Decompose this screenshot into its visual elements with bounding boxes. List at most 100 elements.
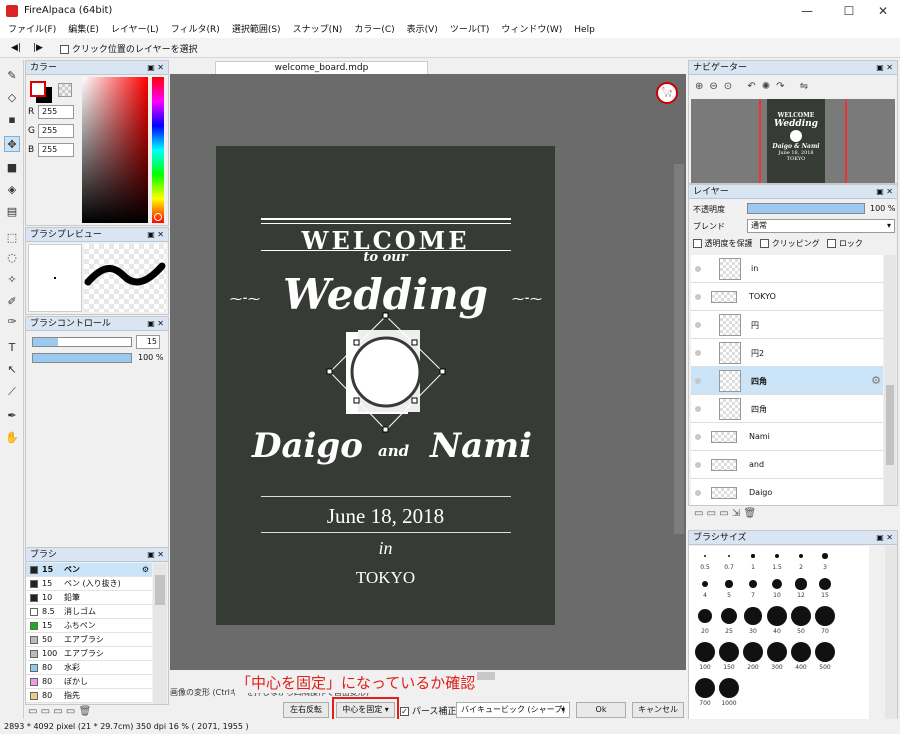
visibility-icon[interactable] [695,462,701,468]
select-pen-icon[interactable]: ✐ [4,294,20,310]
visibility-icon[interactable] [695,406,701,412]
menu-help[interactable]: Help [568,22,601,38]
layer-item[interactable]: Daigo [691,479,883,505]
layer-item[interactable]: in [691,255,883,283]
duplicate-layer-icon[interactable]: ▭ [719,508,728,519]
document-tab[interactable]: welcome_board.mdp [215,61,428,75]
brush-item[interactable]: 80 ぼかし [26,675,152,689]
brush-item[interactable]: 15 ふちペン [26,619,152,633]
brush-size-dot[interactable] [791,642,811,662]
layer-opacity-slider[interactable] [747,203,865,214]
layer-item[interactable]: and [691,451,883,479]
hue-slider[interactable] [152,77,164,223]
brush-size-dot[interactable] [743,642,763,662]
blend-dropdown[interactable]: 通常 ▾ [747,219,895,233]
checkbox-box[interactable] [827,239,837,248]
brush-size-dot[interactable] [721,608,737,624]
maximize-button[interactable]: ☐ [832,0,866,22]
brush-item[interactable]: 50 エアブラシ [26,633,152,647]
lasso-tool-icon[interactable]: ◌ [4,250,20,266]
layer-item[interactable]: TOKYO [691,283,883,311]
panel-menu-icon[interactable]: ▣ ✕ [876,61,893,75]
r-input[interactable]: 255 [38,105,74,119]
g-input[interactable]: 255 [38,124,74,138]
brush-size-dot[interactable] [748,579,758,589]
next-icon[interactable]: |▶ [32,42,44,54]
brush-size-dot[interactable] [767,606,787,626]
brush-scrollbar[interactable] [153,563,167,704]
brush-size-dot[interactable] [697,608,713,624]
clipping-checkbox[interactable]: クリッピング [760,239,820,248]
menu-file[interactable]: ファイル(F) [2,22,62,38]
menu-filter[interactable]: フィルタ(R) [165,22,226,38]
check-icon[interactable]: ✓ [400,707,409,716]
handle-tl[interactable] [353,339,360,346]
brush-item[interactable]: 15 ペン (入り抜き) [26,577,152,591]
new-brush-icon[interactable]: ▭ [28,706,37,717]
rotate-left-icon[interactable]: ↶ [747,81,761,92]
brush-size-dot[interactable] [751,554,755,558]
visibility-icon[interactable] [695,266,701,272]
brush-size-dot[interactable] [701,580,709,588]
perspective-checkbox[interactable]: ✓ パース補正 [400,704,456,717]
minimize-button[interactable]: — [790,0,824,22]
bucket-tool-icon[interactable]: ◈ [4,182,20,198]
layer-item[interactable]: 円 [691,311,883,339]
menu-window[interactable]: ウィンドウ(W) [495,22,568,38]
gradient-tool-icon[interactable]: ▤ [4,204,20,220]
brush-item[interactable]: 15 ペン ⚙ [26,563,152,577]
zoom-out-icon[interactable]: ⊖ [709,81,723,92]
brush-size-dot[interactable] [719,678,739,698]
menu-snap[interactable]: スナップ(N) [287,22,349,38]
hand-tool-icon[interactable]: ✋ [4,430,20,446]
visibility-icon[interactable] [695,350,701,356]
b-input[interactable]: 255 [38,143,74,157]
brush-size-dot[interactable] [744,607,762,625]
new-folder-icon[interactable]: ▭ [707,508,716,519]
checkbox-box[interactable] [693,239,702,248]
menu-color[interactable]: カラー(C) [348,22,400,38]
handle-left[interactable] [326,368,333,375]
fill-rect-tool-icon[interactable]: ■ [4,160,20,176]
select-tool-icon[interactable]: ⬚ [4,230,20,246]
visibility-icon[interactable] [695,294,701,300]
brush-size-dot[interactable] [822,553,828,559]
panel-menu-icon[interactable]: ▣ ✕ [876,531,893,545]
brush-item[interactable]: 8.5 消しゴム [26,605,152,619]
close-button[interactable]: ✕ [866,0,900,22]
rotate-right-icon[interactable]: ↷ [776,81,790,92]
pen-tool-icon[interactable]: ✎ [4,68,20,84]
eyedropper-icon[interactable]: ✒ [4,408,20,424]
delete-layer-icon[interactable]: 🗑 [744,508,757,519]
brush-opacity-slider[interactable] [32,353,132,363]
transparent-color-swatch[interactable] [58,83,72,97]
navigator-preview[interactable]: WELCOME Wedding Daigo & Nami June 18, 20… [691,99,895,183]
select-eraser-icon[interactable]: ✑ [4,314,20,330]
brush-size-dot[interactable] [695,642,715,662]
checkbox-box[interactable] [760,239,770,248]
handle-bl[interactable] [353,397,360,404]
brush-size-dot[interactable] [795,578,807,590]
handle-right[interactable] [439,368,446,375]
brush-size-input[interactable]: 15 [136,335,160,349]
prev-icon[interactable]: ◀| [10,42,22,54]
menu-layer[interactable]: レイヤー(L) [105,22,165,38]
layer-scrollbar[interactable] [884,255,896,505]
brush-size-dot[interactable] [727,554,731,558]
save-icon[interactable]: ▭ [66,706,75,717]
flip-view-icon[interactable]: ⇋ [800,81,814,92]
rotate-reset-icon[interactable]: ✺ [762,81,776,92]
lock-checkbox[interactable]: ロック [827,239,863,248]
primary-color-swatch[interactable] [30,81,46,97]
brush-size-dot[interactable] [725,580,733,588]
new-layer-icon[interactable]: ▭ [694,508,703,519]
brush-size-dot[interactable] [703,554,707,558]
brush-item[interactable]: 100 エアブラシ [26,647,152,661]
handle-top[interactable] [382,312,389,319]
visibility-icon[interactable] [695,378,701,384]
brush-size-dot[interactable] [695,678,715,698]
brush-size-dot[interactable] [818,577,832,591]
layer-item[interactable]: Nami [691,423,883,451]
operation-tool-icon[interactable]: ↖ [4,362,20,378]
brush-size-dot[interactable] [767,642,787,662]
